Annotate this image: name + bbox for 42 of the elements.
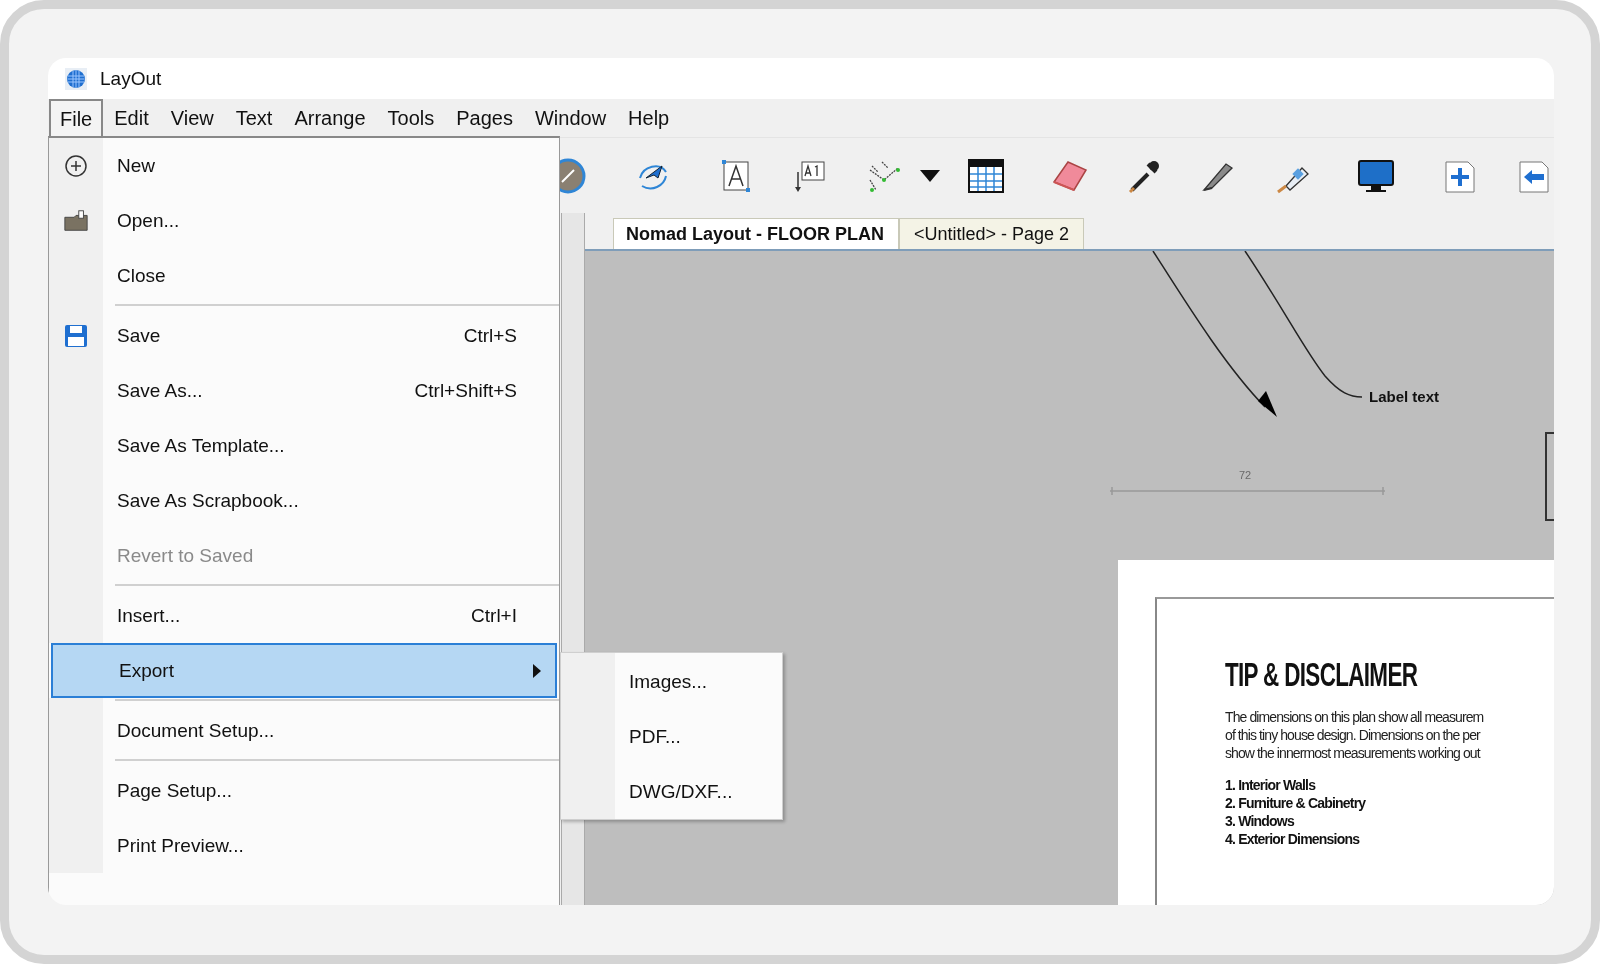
list-item: 1. Interior Walls [1225,776,1317,794]
paragraph-line: show the innermost measurements working out [1225,744,1482,762]
menu-bar-item[interactable]: Edit [103,99,160,137]
menu-item[interactable]: Export [51,643,557,698]
list-item: 2. Furniture & Cabinetry [1225,794,1367,812]
menu-item[interactable]: New [49,138,559,193]
list-item: 3. Windows [1225,812,1296,830]
menu-bar-item[interactable]: Text [224,99,284,137]
paragraph-line: The dimensions on this plan show all measurem [1225,708,1485,726]
menu-item[interactable]: Save As Scrapbook... [49,473,559,528]
menu-bar-item[interactable]: Pages [445,99,524,137]
label-text: Label text [1369,388,1440,405]
menu-item[interactable]: Print Preview... [49,818,559,873]
menu-item[interactable]: Open... [49,193,559,248]
document-tab[interactable]: <Untitled> - Page 2 [899,218,1085,249]
menu-item[interactable]: Insert... Ctrl+I [49,588,559,643]
dropdown-caret-icon[interactable] [920,169,940,182]
submenu-item[interactable]: Images... [615,654,733,709]
submenu-arrow-icon [533,663,541,678]
new-icon [63,153,89,178]
submenu-item[interactable]: PDF... [615,709,733,764]
list-item: 4. Exterior Dimensions [1225,830,1361,848]
paragraph-line: of this tiny house design. Dimensions on the per [1225,726,1482,744]
menu-bar-item[interactable]: View [159,99,225,137]
app-logo-icon [64,66,88,91]
menu-item[interactable]: Save As Template... [49,418,559,473]
folder-icon [63,208,89,233]
window-title: LayOut [100,67,162,90]
menu-bar-item[interactable]: Arrange [283,99,377,137]
menu-bar-item[interactable]: Tools [376,99,446,137]
menu-bar-item[interactable]: Window [523,99,618,137]
menu-item[interactable]: Save Ctrl+S [49,308,559,363]
menu-item[interactable]: Close [49,248,559,303]
menu-item[interactable]: Page Setup... [49,763,559,818]
submenu-item[interactable]: DWG/DXF... [615,764,733,819]
menu-bar-item[interactable]: Help [617,99,681,137]
document-tab[interactable]: Nomad Layout - FLOOR PLAN [613,218,899,249]
dimension-label: 72 [1239,469,1252,481]
page-heading: TIP & DISCLAIMER [1225,655,1419,694]
menu-bar-item[interactable]: File [49,99,104,137]
menu-item[interactable]: Save As... Ctrl+Shift+S [49,363,559,418]
menu-item[interactable]: Document Setup... [49,703,559,758]
